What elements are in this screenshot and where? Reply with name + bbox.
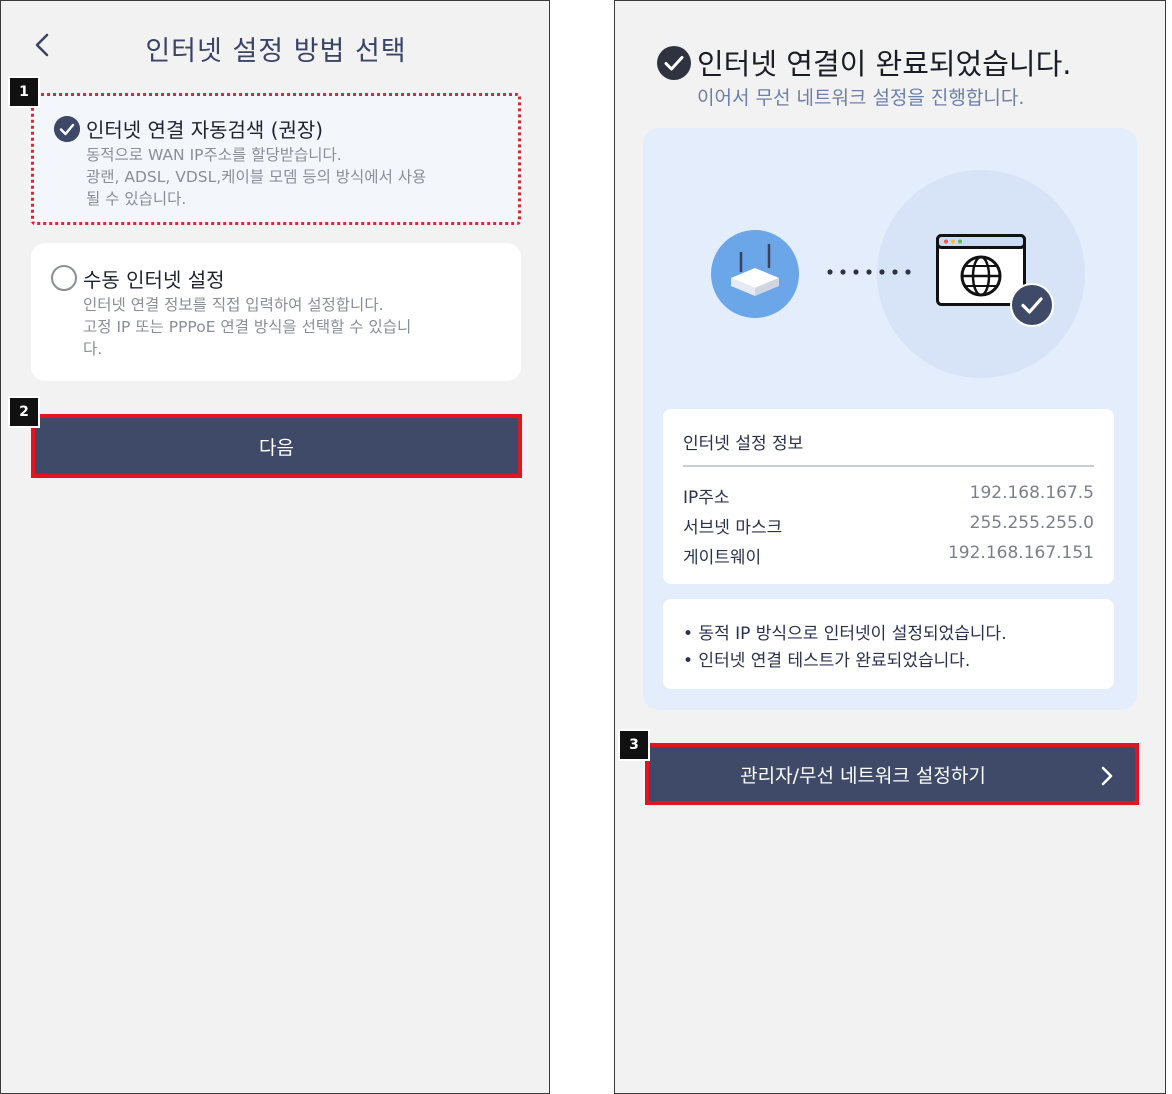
settings-row-ip: IP주소 192.168.167.5 [683, 483, 1094, 511]
option-description: 인터넷 연결 정보를 직접 입력하여 설정합니다. 고정 IP 또는 PPPoE… [83, 296, 412, 358]
settings-row-value: 192.168.167.151 [947, 543, 1094, 563]
option-auto-detect[interactable]: 인터넷 연결 자동검색 (권장) 동적으로 WAN IP주소를 할당받습니다. … [31, 93, 521, 225]
step-badge-2: 2 [8, 396, 40, 428]
connection-illustration-panel: 인터넷 설정 정보 IP주소 192.168.167.5 서브넷 마스크 255… [643, 128, 1137, 710]
step-badge-1: 1 [8, 76, 40, 108]
settings-row-value: 192.168.167.5 [969, 483, 1094, 503]
check-circle-icon[interactable] [54, 116, 80, 142]
settings-row-value: 255.255.255.0 [969, 513, 1094, 533]
completion-subtitle: 이어서 무선 네트워크 설정을 진행합니다. [697, 87, 1025, 109]
settings-row-gateway: 게이트웨이 192.168.167.151 [683, 543, 1094, 571]
completion-title: 인터넷 연결이 완료되었습니다. [697, 47, 1072, 81]
check-circle-icon [657, 46, 691, 80]
option-description: 동적으로 WAN IP주소를 할당받습니다. 광랜, ADSL, VDSL,케이… [86, 146, 427, 208]
connection-dots-icon [827, 269, 911, 275]
settings-row-label: 서브넷 마스크 [683, 518, 783, 538]
settings-row-label: IP주소 [683, 488, 730, 508]
settings-row-subnet: 서브넷 마스크 255.255.255.0 [683, 513, 1094, 541]
step-badge-3: 3 [618, 729, 650, 761]
settings-row-label: 게이트웨이 [683, 548, 762, 568]
option-title: 수동 인터넷 설정 [83, 268, 225, 292]
internet-settings-card: 인터넷 설정 정보 IP주소 192.168.167.5 서브넷 마스크 255… [663, 409, 1114, 584]
check-badge-icon [1010, 283, 1054, 327]
status-note: • 인터넷 연결 테스트가 완료되었습니다. [683, 651, 971, 671]
chevron-right-icon [1101, 766, 1113, 786]
right-phone-screen: 인터넷 연결이 완료되었습니다. 이어서 무선 네트워크 설정을 진행합니다. [614, 0, 1166, 1094]
button-label: 관리자/무선 네트워크 설정하기 [740, 764, 986, 787]
settings-card-title: 인터넷 설정 정보 [683, 434, 804, 454]
status-notes-card: • 동적 IP 방식으로 인터넷이 설정되었습니다. • 인터넷 연결 테스트가… [663, 599, 1114, 689]
router-icon [711, 230, 799, 318]
radio-empty-icon[interactable] [51, 265, 77, 291]
admin-wireless-settings-button[interactable]: 관리자/무선 네트워크 설정하기 [645, 743, 1139, 805]
option-manual-setup[interactable]: 수동 인터넷 설정 인터넷 연결 정보를 직접 입력하여 설정합니다. 고정 I… [31, 243, 521, 381]
next-button[interactable]: 다음 [31, 414, 522, 478]
divider [683, 465, 1094, 467]
page-title: 인터넷 설정 방법 선택 [145, 36, 407, 67]
left-phone-screen: 인터넷 설정 방법 선택 인터넷 연결 자동검색 (권장) 동적으로 WAN I… [0, 0, 550, 1094]
status-note: • 동적 IP 방식으로 인터넷이 설정되었습니다. [683, 624, 1007, 644]
option-title: 인터넷 연결 자동검색 (권장) [86, 118, 324, 142]
